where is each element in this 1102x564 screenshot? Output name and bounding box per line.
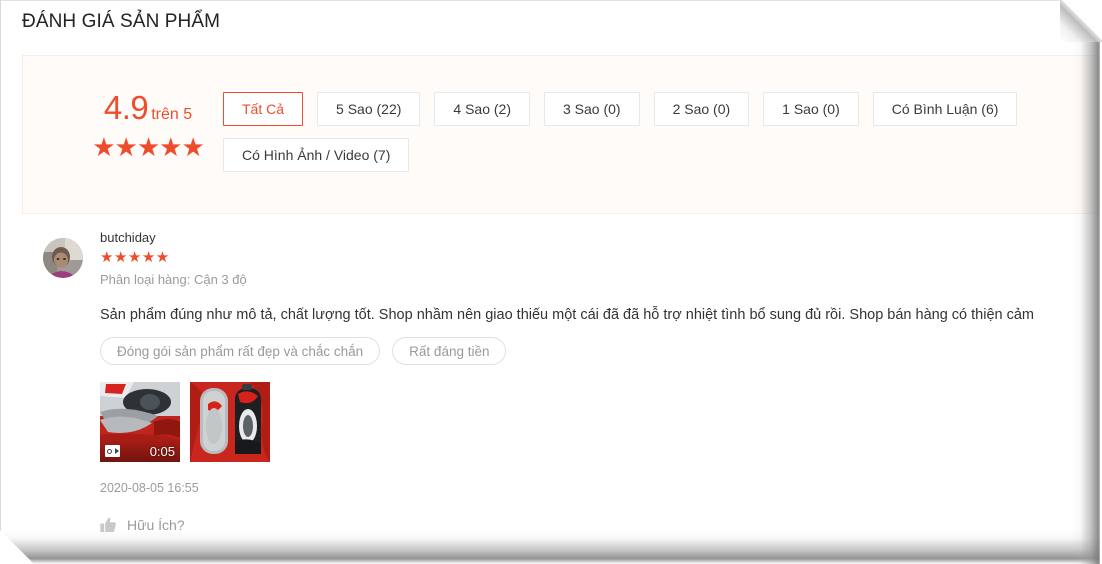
review-body: butchiday ★★★★★ Phân loại hàng: Cận 3 độ… <box>100 230 1100 533</box>
helpful-label: Hữu Ích? <box>127 517 185 533</box>
rating-summary: 4.9 trên 5 ★★★★★ <box>63 91 233 160</box>
rating-filter-chip[interactable]: 5 Sao (22) <box>317 92 421 126</box>
review-media-image-thumbnail[interactable] <box>190 382 270 462</box>
review-tag[interactable]: Đóng gói sản phẩm rất đẹp và chắc chắn <box>100 337 381 365</box>
rating-filter-chip[interactable]: 2 Sao (0) <box>653 92 750 126</box>
page-top-border <box>0 0 1102 1</box>
page-bottom-shadow <box>0 530 1102 564</box>
page-corner-fold-mask <box>1062 0 1102 40</box>
page-title: ĐÁNH GIÁ SẢN PHẨM <box>22 11 221 32</box>
review-media-list: 0:05 <box>100 382 1100 462</box>
rating-score-value: 4.9 <box>103 89 149 126</box>
review-tag[interactable]: Rất đáng tiền <box>392 337 507 365</box>
rating-filter-chip[interactable]: Tất Cả <box>223 92 304 126</box>
review-tag-list: Đóng gói sản phẩm rất đẹp và chắc chắn Rấ… <box>100 337 1100 365</box>
helpful-button[interactable]: Hữu Ích? <box>100 517 1100 533</box>
rating-filter-chip-list: Tất Cả 5 Sao (22) 4 Sao (2) 3 Sao (0) 2 Sao … <box>223 92 1083 172</box>
video-duration: 0:05 <box>149 443 175 459</box>
thumbs-up-icon <box>100 517 117 533</box>
rating-score-line: 4.9 trên 5 <box>63 91 233 124</box>
rating-filter-panel: 4.9 trên 5 ★★★★★ Tất Cả 5 Sao (22) 4 Sao (2… <box>22 55 1100 214</box>
review-stars-icon: ★★★★★ <box>100 249 170 266</box>
rating-filter-chip[interactable]: 1 Sao (0) <box>763 92 859 126</box>
rating-summary-stars-icon: ★★★★★ <box>92 132 205 162</box>
video-camera-icon <box>105 445 120 457</box>
avatar <box>43 238 83 278</box>
reviewer-username[interactable]: butchiday <box>100 230 1100 246</box>
review-timestamp: 2020-08-05 16:55 <box>100 481 199 495</box>
product-review-page: ĐÁNH GIÁ SẢN PHẨM 4.9 trên 5 ★★★★★ Tất Cả… <box>0 0 1102 564</box>
rating-score-outof: trên 5 <box>151 106 193 123</box>
page-bottom-left-fold <box>0 530 34 564</box>
video-badge: 0:05 <box>100 440 180 462</box>
page-left-border <box>0 0 1 564</box>
rating-filter-chip[interactable]: Có Bình Luận (6) <box>872 92 1018 126</box>
rating-filter-chip[interactable]: Có Hình Ảnh / Video (7) <box>223 138 410 172</box>
rating-filter-chip[interactable]: 3 Sao (0) <box>543 92 640 126</box>
review-text: Sản phẩm đúng như mô tả, chất lượng tốt.… <box>100 307 1035 323</box>
review-media-video-thumbnail[interactable]: 0:05 <box>100 382 180 462</box>
rating-filter-chip[interactable]: 4 Sao (2) <box>434 92 530 126</box>
review-variation: Phân loại hàng: Cận 3 độ <box>100 272 247 287</box>
